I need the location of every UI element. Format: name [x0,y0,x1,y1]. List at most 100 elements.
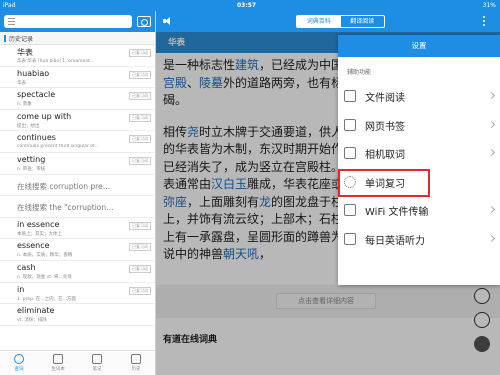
more-icon[interactable] [483,16,486,27]
segment-dictionary[interactable]: 词典百科 [297,16,341,27]
history-word: continues [17,133,56,143]
reviewed-badge: 已复习词 [129,113,151,122]
tab-lookup-label: 查词 [14,367,24,372]
settings-item-3[interactable]: 单词复习 [338,168,430,197]
wifi-icon [344,204,356,216]
tab-wordbook-label: 生词本 [51,367,65,372]
clock-label: 03:57 [237,2,257,9]
history-item[interactable]: essence n. 本质，实质；精华；香精 已复习词 [0,239,155,261]
settings-popup: 设置 辅助功能 文件阅读网页书签相机取词单词复习 WiFi 文件传输 每日英语听力 [338,35,500,285]
history-item[interactable]: cash n. 现款，现金 vt. 将...兑现 已复习词 [0,261,155,283]
reviewed-badge: 已复习词 [129,70,151,79]
settings-item-1[interactable]: 网页书签 [338,112,500,141]
history-item[interactable]: eliminate vt. 消除；排除 [0,304,155,326]
history-header: 历史记录 [0,32,155,45]
history-word: 华表 [17,48,33,57]
history-item[interactable]: spectacle n. 景象 已复习词 [0,88,155,110]
history-definition: vt. 消除；排除 [17,318,47,324]
history-word: huabiao [17,68,50,78]
reviewed-badge: 已复习词 [129,264,151,273]
section-label: 辅助功能 [347,69,372,76]
tab-wordbook[interactable]: 生词本 [39,354,77,372]
sidebar-toggle-icon[interactable] [163,17,172,25]
history-word: vetting [17,154,46,164]
history-definition: continues present third singular of… [17,144,100,150]
settings-item-label: 网页书签 [365,121,405,133]
history-item[interactable]: come up with 提出；想出 已复习词 [0,110,155,132]
history-list: 华表 华表 华表 [huá biǎo] 1. ornament… 已复习词 huabi… [0,45,155,326]
file-icon [344,90,356,102]
tab-notes-label: 笔记 [92,367,102,372]
reviewed-badge: 已复习词 [129,286,151,295]
settings-item-label: 相机取词 [365,150,405,161]
settings-item-5[interactable]: 每日英语听力 [338,226,500,255]
reviewed-badge: 已复习词 [129,243,151,252]
segment-translate[interactable]: 翻译阅读 [341,16,385,27]
top-bar: 词典百科 翻译阅读 [156,11,500,32]
history-item[interactable]: 在线搜索 corruption pre… [0,175,155,197]
headphones-icon [344,232,356,245]
camera-icon[interactable] [137,16,151,27]
history-word: in essence [17,219,60,229]
history-word: in [17,284,25,294]
chevron-right-icon [487,234,496,242]
history-definition: 华表 华表 [huá biǎo] 1. ornament… [17,59,95,64]
status-bar: iPad 03:57 31% [0,0,500,11]
review-icon [344,175,356,188]
history-item[interactable]: continues continues present third singula… [0,131,155,153]
menu-icon[interactable] [8,18,15,25]
battery-label: 31% [482,2,496,9]
screen: iPad 03:57 31% 历史记录 华表 华表 华表 [huá biǎo] 1… [0,0,500,375]
camera-icon [344,147,356,159]
bookmark-icon [344,118,356,131]
history-definition: n. 本质，实质；精华；香精 [17,253,73,259]
settings-item-4[interactable]: WiFi 文件传输 [338,197,500,226]
settings-item-2[interactable]: 相机取词 [338,140,500,169]
search-input[interactable] [4,15,132,28]
history-word: spectacle [17,90,56,100]
history-definition: n. 景象 [17,102,32,108]
history-item[interactable]: huabiao 华表 已复习词 [0,67,155,89]
settings-item-label: 单词复习 [365,178,405,190]
settings-item-label: 文件阅读 [365,93,405,104]
history-definition: 提出；想出 [17,123,40,129]
history-item[interactable]: in essence 本质上；其实；大体上 已复习词 [0,218,155,240]
reviewed-badge: 已复习词 [129,221,151,230]
history-item[interactable]: vetting n. 审查；审核 已复习词 [0,153,155,175]
bottom-tab-bar: 查词 生词本 笔记 历史 [0,350,155,375]
tab-history-label: 历史 [131,367,141,372]
reviewed-badge: 已复习词 [129,92,151,101]
chevron-right-icon [487,120,496,128]
segmented-control: 词典百科 翻译阅读 [296,15,385,28]
history-word: eliminate [17,306,55,316]
history-item[interactable]: 华表华表 华表 [huá biǎo] 1. ornament… 已复习词 [0,45,155,67]
tab-lookup[interactable]: 查词 [0,354,38,372]
history-definition: 华表 [17,80,26,86]
star-icon [53,354,63,364]
history-item[interactable]: in 1. prep. 在...之内；在...方面 已复习词 [0,283,155,305]
history-header-label: 历史记录 [9,36,34,43]
chevron-right-icon [487,148,496,157]
notes-icon [92,354,102,364]
reviewed-badge: 已复习词 [129,135,151,144]
reviewed-badge: 已复习词 [129,156,151,165]
settings-title: 设置 [338,35,500,57]
clock-icon [131,354,141,364]
history-definition: 本质上；其实；大体上 [17,231,62,237]
settings-item-0[interactable]: 文件阅读 [338,83,500,112]
settings-item-label: WiFi 文件传输 [365,207,429,218]
history-definition: n. 现款，现金 vt. 将...兑现 [17,274,72,280]
section-marker [4,35,6,42]
history-word: come up with [17,111,72,121]
chevron-right-icon [487,91,496,100]
tab-history[interactable]: 历史 [117,354,155,372]
history-word: 在线搜索 the "corruption… [17,203,114,213]
search-bar [0,11,155,32]
reviewed-badge: 已复习词 [129,49,151,57]
history-item[interactable]: 在线搜索 the "corruption… [0,196,155,218]
settings-item-label: 每日英语听力 [365,235,425,247]
history-definition: 1. prep. 在...之内；在...方面 [17,296,76,302]
search-icon [14,354,24,364]
tab-notes[interactable]: 笔记 [78,354,116,372]
history-word: cash [17,262,36,272]
